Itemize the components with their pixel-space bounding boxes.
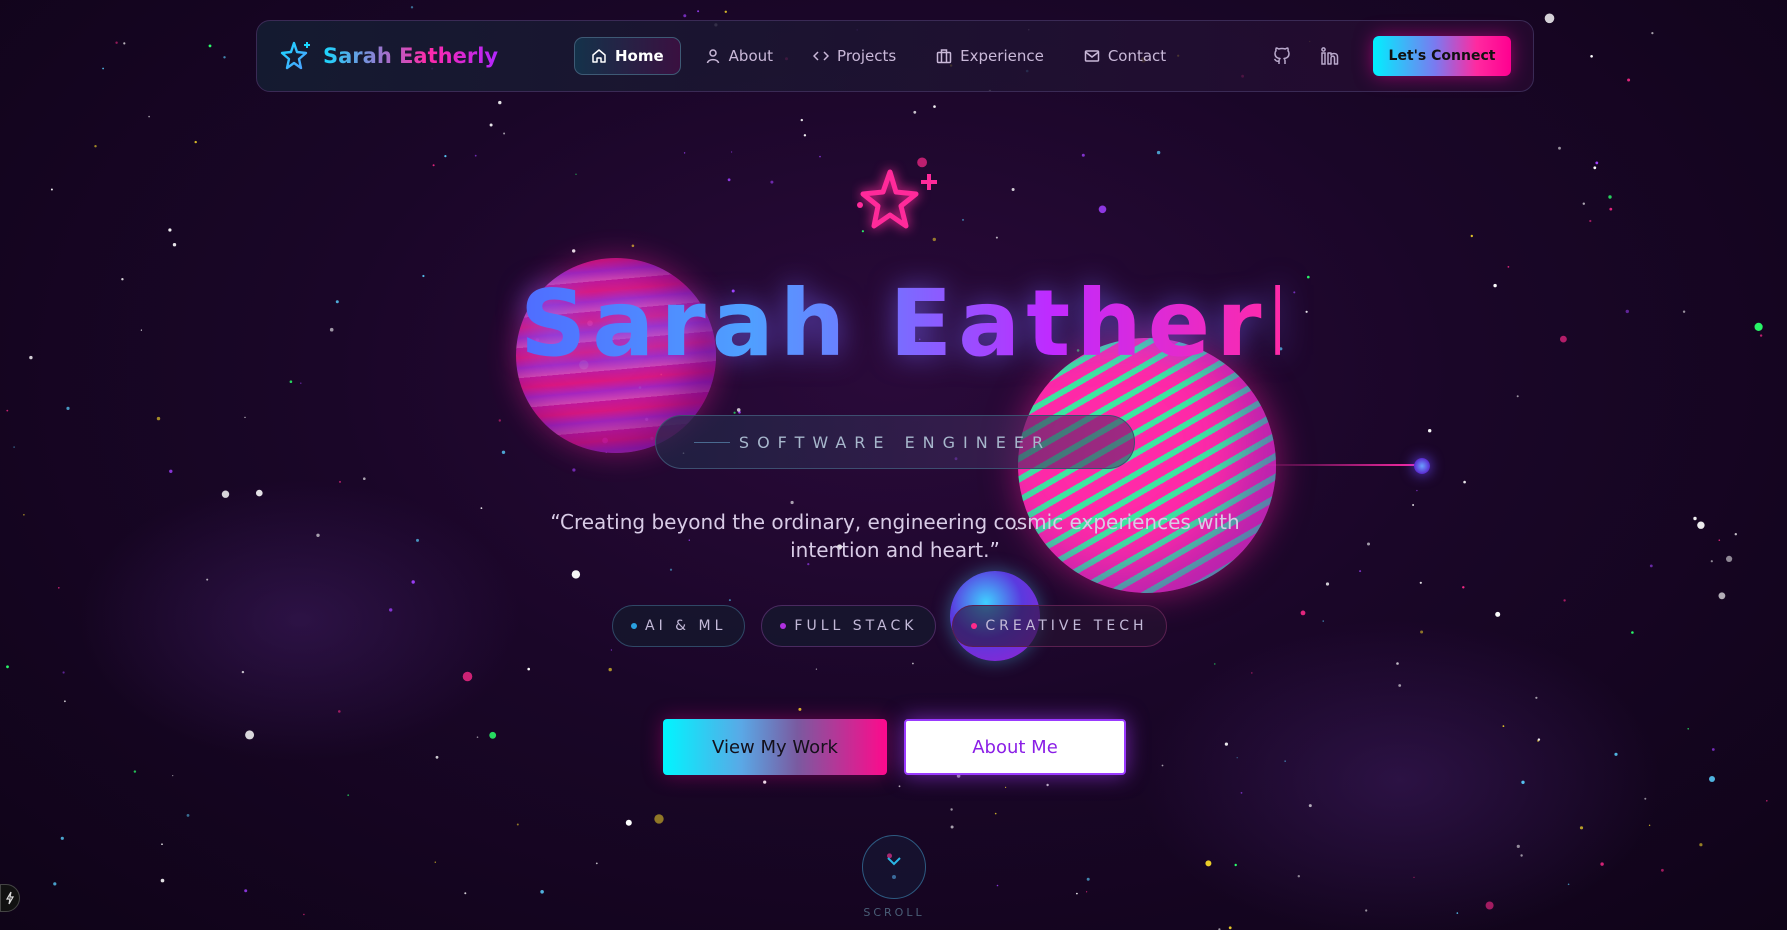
nav-about[interactable]: About — [689, 38, 789, 74]
tag-label: CREATIVE TECH — [985, 618, 1148, 634]
github-icon — [1273, 47, 1290, 64]
nav-experience-label: Experience — [960, 47, 1044, 65]
comet-head — [1414, 458, 1430, 474]
tag-dot — [780, 623, 787, 629]
tag-label: FULL STACK — [794, 618, 918, 634]
about-me-button[interactable]: About Me — [904, 719, 1126, 775]
skill-tags: AI & ML FULL STACK CREATIVE TECH — [612, 605, 1182, 647]
tag-dot — [631, 623, 637, 629]
hero-quote: “Creating beyond the ordinary, engineeri… — [550, 510, 1240, 562]
scroll-dot — [892, 875, 896, 879]
nav-right: Let's Connect — [1265, 36, 1511, 76]
user-icon — [706, 49, 719, 64]
hero-name: Sarah Eatherly — [520, 270, 1365, 380]
nav-projects-label: Projects — [837, 47, 897, 65]
sparkle-star-icon — [857, 169, 937, 229]
nav-projects[interactable]: Projects — [797, 38, 912, 74]
nav-home-label: Home — [615, 47, 664, 65]
sparkle-star-icon — [280, 41, 310, 70]
role-divider — [694, 441, 730, 443]
mail-icon — [1084, 50, 1100, 62]
nav-about-label: About — [728, 47, 774, 65]
linkedin-link[interactable] — [1313, 39, 1347, 73]
chevron-down-icon — [887, 857, 901, 866]
tag-full-stack: FULL STACK — [761, 605, 937, 647]
scroll-label: SCROLL — [863, 906, 925, 919]
nav-contact[interactable]: Contact — [1068, 38, 1182, 74]
github-link[interactable] — [1265, 39, 1299, 73]
lets-connect-button[interactable]: Let's Connect — [1373, 36, 1511, 76]
linkedin-icon — [1321, 47, 1339, 65]
tag-label: AI & ML — [645, 618, 727, 634]
top-navbar: Sarah Eatherly Home About Projects Exper… — [256, 20, 1534, 92]
role-text: SOFTWARE ENGINEER — [738, 432, 1052, 452]
briefcase-icon — [936, 49, 952, 64]
brand-name: Sarah Eatherly — [323, 44, 499, 68]
nav-home[interactable]: Home — [574, 37, 681, 75]
nav-experience[interactable]: Experience — [920, 38, 1060, 74]
home-icon — [592, 49, 606, 63]
scroll-down-button[interactable] — [862, 835, 926, 899]
code-icon — [813, 51, 830, 61]
bolt-icon — [5, 891, 15, 905]
brand-logo[interactable]: Sarah Eatherly — [279, 39, 574, 73]
tag-dot — [971, 623, 978, 629]
tag-creative-tech: CREATIVE TECH — [952, 605, 1167, 647]
view-my-work-button[interactable]: View My Work — [663, 719, 887, 775]
nav-links: Home About Projects Experience Contact — [574, 37, 1182, 75]
nav-contact-label: Contact — [1107, 47, 1167, 65]
role-badge: SOFTWARE ENGINEER — [655, 415, 1135, 469]
tag-ai-ml: AI & ML — [612, 605, 746, 647]
comet-trail — [1250, 464, 1420, 466]
